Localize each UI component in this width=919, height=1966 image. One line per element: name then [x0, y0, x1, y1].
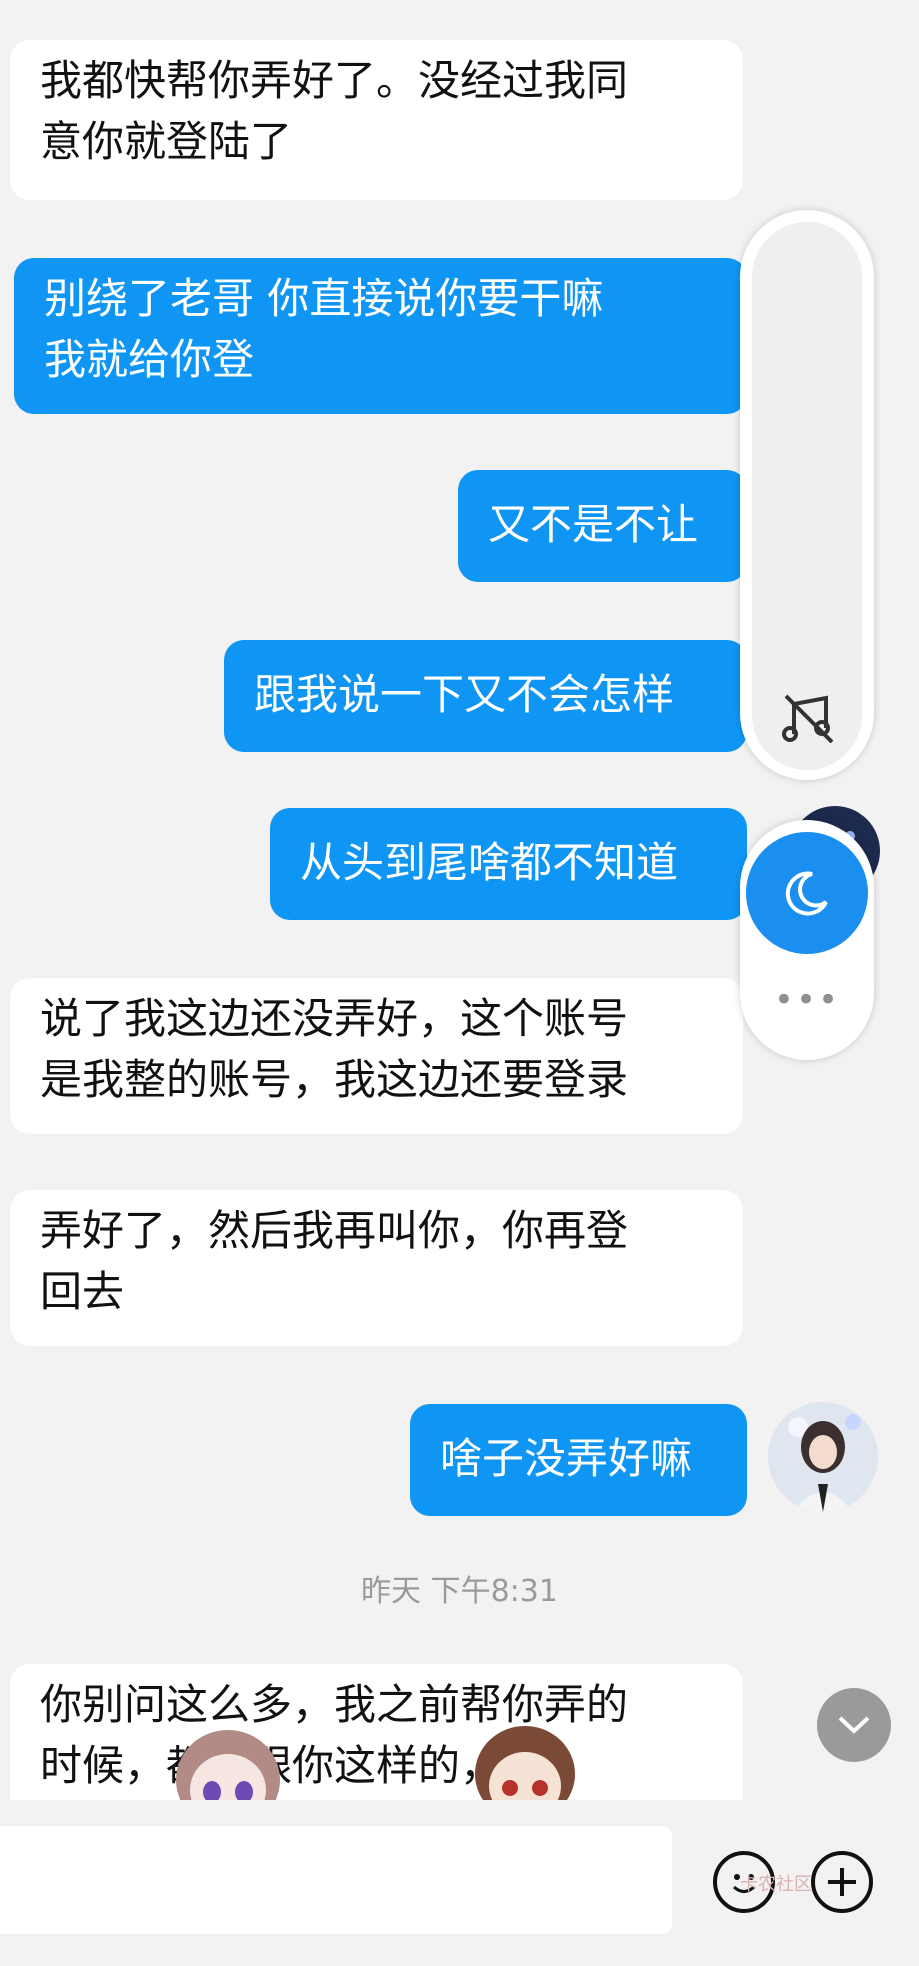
add-button[interactable]	[811, 1851, 873, 1913]
my-avatar[interactable]	[768, 1402, 878, 1512]
message-bubble-incoming[interactable]: 弄好了，然后我再叫你，你再登 回去	[10, 1190, 743, 1346]
scroll-to-bottom-button[interactable]	[817, 1688, 891, 1762]
message-line: 我都快帮你弄好了。没经过我同	[40, 56, 629, 105]
message-bubble-outgoing[interactable]: 别绕了老哥 你直接说你要干嘛 我就给你登	[14, 258, 747, 414]
message-line: 从头到尾啥都不知道	[300, 838, 679, 887]
message-line: 意你就登陆了	[40, 117, 293, 166]
message-line: 又不是不让	[488, 500, 699, 549]
message-line: 跟我说一下又不会怎样	[254, 670, 675, 719]
message-bubble-outgoing[interactable]: 从头到尾啥都不知道	[270, 808, 747, 920]
message-timestamp: 昨天 下午8:31	[361, 1574, 558, 1609]
message-line: 是我整的账号，我这边还要登录	[40, 1055, 629, 1104]
message-line: 回去	[40, 1267, 125, 1316]
message-line: 说了我这边还没弄好，这个账号	[40, 994, 629, 1043]
message-bubble-incoming[interactable]: 我都快帮你弄好了。没经过我同 意你就登陆了	[10, 40, 743, 200]
message-bubble-outgoing[interactable]: 跟我说一下又不会怎样	[224, 640, 747, 752]
message-bubble-outgoing[interactable]: 又不是不让	[458, 470, 747, 582]
music-off-icon[interactable]	[780, 690, 838, 748]
message-line: 你别问这么多，我之前帮你弄的	[40, 1680, 629, 1729]
watermark: 卡农社区	[740, 1874, 812, 1895]
message-bubble-incoming[interactable]: 说了我这边还没弄好，这个账号 是我整的账号，我这边还要登录	[10, 978, 743, 1134]
message-line: 弄好了，然后我再叫你，你再登	[40, 1206, 629, 1255]
message-line: 别绕了老哥 你直接说你要干嘛	[44, 274, 604, 323]
more-options-button[interactable]: •••	[760, 970, 854, 1030]
moon-icon[interactable]	[746, 832, 868, 954]
message-line: 我就给你登	[44, 335, 255, 384]
floating-tool-track	[752, 222, 862, 770]
message-bubble-outgoing[interactable]: 啥子没弄好嘛	[410, 1404, 747, 1516]
message-line: 啥子没弄好嘛	[440, 1434, 693, 1483]
message-input[interactable]	[0, 1826, 672, 1934]
message-line: 时候，都是跟你这样的，别	[40, 1741, 545, 1790]
